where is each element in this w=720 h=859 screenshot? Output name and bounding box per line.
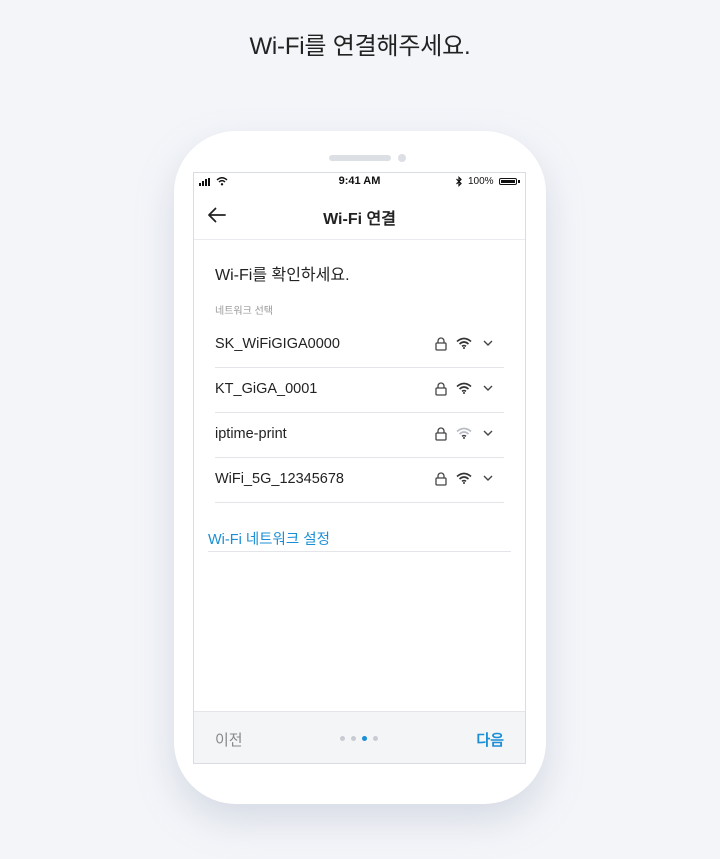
page-heading: Wi-Fi를 연결해주세요. bbox=[249, 33, 471, 60]
lock-icon bbox=[435, 382, 447, 396]
network-name: WiFi_5G_12345678 bbox=[215, 471, 344, 487]
lock-icon bbox=[435, 427, 447, 441]
wifi-signal-icon bbox=[456, 382, 472, 394]
bluetooth-icon bbox=[456, 176, 462, 187]
phone-speaker bbox=[329, 155, 391, 161]
wifi-settings-link[interactable]: Wi-Fi 네트워크 설정 bbox=[208, 513, 511, 552]
wifi-prompt: Wi-Fi를 확인하세요. bbox=[215, 267, 350, 284]
network-row[interactable]: iptime-print bbox=[215, 413, 504, 458]
header-title: Wi-Fi 연결 bbox=[323, 211, 396, 228]
next-button[interactable]: 다음 bbox=[476, 729, 504, 750]
lock-icon bbox=[435, 337, 447, 351]
wifi-signal-icon bbox=[456, 472, 472, 484]
network-list: SK_WiFiGIGA0000 KT_GiGA_0001 iptime-prin… bbox=[215, 323, 504, 503]
phone-screen: 9:41 AM 100% Wi-Fi 연결 Wi-Fi를 확인하세요. 네트워크… bbox=[193, 172, 526, 764]
prev-button[interactable]: 이전 bbox=[215, 729, 243, 750]
wifi-signal-weak-icon bbox=[456, 427, 472, 439]
chevron-down-icon bbox=[483, 340, 493, 346]
app-header: Wi-Fi 연결 bbox=[194, 191, 525, 240]
network-name: SK_WiFiGIGA0000 bbox=[215, 336, 340, 352]
network-section-label: 네트워크 선택 bbox=[215, 306, 273, 317]
page-dot bbox=[373, 736, 378, 741]
network-name: KT_GiGA_0001 bbox=[215, 381, 318, 397]
footer-nav: 이전 다음 bbox=[194, 711, 525, 763]
chevron-down-icon bbox=[483, 475, 493, 481]
battery-cap bbox=[518, 180, 520, 183]
chevron-down-icon bbox=[483, 385, 493, 391]
wifi-settings-label: Wi-Fi 네트워크 설정 bbox=[208, 532, 330, 548]
network-row[interactable]: SK_WiFiGIGA0000 bbox=[215, 323, 504, 368]
battery-icon bbox=[499, 178, 517, 185]
wifi-signal-icon bbox=[456, 337, 472, 349]
network-name: iptime-print bbox=[215, 426, 287, 442]
network-row[interactable]: WiFi_5G_12345678 bbox=[215, 458, 504, 503]
page-dot bbox=[362, 736, 367, 741]
page-dot bbox=[340, 736, 345, 741]
phone-camera bbox=[398, 154, 406, 162]
status-bar: 9:41 AM 100% bbox=[194, 173, 525, 191]
phone-frame: 9:41 AM 100% Wi-Fi 연결 Wi-Fi를 확인하세요. 네트워크… bbox=[174, 131, 546, 804]
battery-percent: 100% bbox=[468, 176, 494, 187]
lock-icon bbox=[435, 472, 447, 486]
network-row[interactable]: KT_GiGA_0001 bbox=[215, 368, 504, 413]
chevron-down-icon bbox=[483, 430, 493, 436]
page-dot bbox=[351, 736, 356, 741]
